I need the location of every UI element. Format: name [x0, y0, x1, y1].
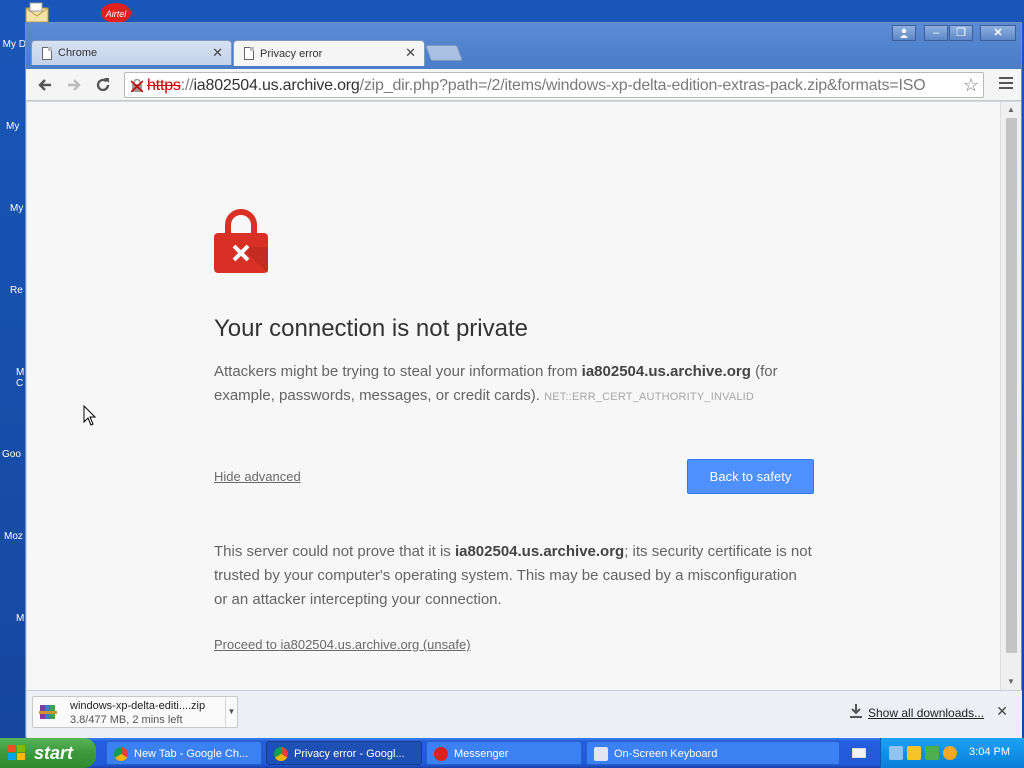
bookmark-star-icon[interactable]: ☆ [958, 75, 979, 96]
page-content: Your connection is not private Attackers… [27, 102, 1001, 690]
download-arrow-icon [850, 704, 862, 718]
chrome-icon [274, 747, 288, 761]
vertical-scrollbar[interactable]: ▲ ▼ [1000, 102, 1021, 690]
tab-label: Chrome [58, 47, 98, 59]
scrollbar-thumb[interactable] [1006, 118, 1017, 653]
browser-window: Chrome ✕ Privacy error ✕ – ❐ ✕ https://i… [25, 22, 1022, 738]
security-shield-icon[interactable] [907, 746, 921, 760]
scroll-down-icon[interactable]: ▼ [1007, 677, 1015, 686]
desktop-label[interactable]: M [0, 613, 26, 624]
desktop-label[interactable]: My [0, 121, 26, 132]
tab-chrome[interactable]: Chrome ✕ [31, 40, 232, 65]
taskbar-item-privacy-error[interactable]: Privacy error - Googl... [266, 741, 422, 765]
svg-text:Airtel: Airtel [105, 9, 128, 19]
red-lock-icon [214, 209, 268, 273]
hide-advanced-link[interactable]: Hide advanced [214, 469, 301, 484]
url-text[interactable]: https://ia802504.us.archive.org/zip_dir.… [147, 77, 926, 95]
toolbar: https://ia802504.us.archive.org/zip_dir.… [26, 69, 1021, 101]
page-title: Your connection is not private [214, 315, 528, 342]
scroll-up-icon[interactable]: ▲ [1007, 105, 1015, 114]
user-profile-button[interactable] [892, 25, 916, 41]
download-filename: windows-xp-delta-editi....zip [70, 700, 206, 712]
close-tab-icon[interactable]: ✕ [405, 45, 416, 61]
insecure-lock-icon[interactable] [131, 79, 143, 92]
taskbar: start New Tab - Google Ch... Privacy err… [0, 738, 1024, 768]
system-tray: 3:04 PM [880, 738, 1024, 768]
chevron-down-icon[interactable]: ▼ [225, 697, 237, 727]
desktop-label[interactable]: Goo [0, 449, 26, 460]
menu-icon[interactable] [999, 77, 1013, 91]
error-code: NET::ERR_CERT_AUTHORITY_INVALID [544, 391, 755, 403]
address-bar[interactable]: https://ia802504.us.archive.org/zip_dir.… [124, 72, 984, 98]
details-paragraph: This server could not prove that it is i… [214, 543, 812, 608]
close-window-button[interactable]: ✕ [980, 25, 1016, 41]
airtel-icon[interactable]: Airtel [100, 2, 131, 24]
zip-archive-icon [39, 705, 57, 719]
taskbar-item-on-screen-keyboard[interactable]: On-Screen Keyboard [586, 741, 840, 765]
tab-privacy-error[interactable]: Privacy error ✕ [233, 40, 425, 66]
download-item[interactable]: windows-xp-delta-editi....zip 3.8/477 MB… [32, 696, 238, 728]
desktop-label[interactable]: My [0, 203, 26, 214]
start-button[interactable]: start [0, 738, 96, 768]
close-icon[interactable]: ✕ [996, 703, 1008, 720]
new-tab-button[interactable] [425, 45, 463, 61]
show-all-downloads-link[interactable]: Show all downloads... [868, 706, 984, 720]
proceed-unsafe-link[interactable]: Proceed to ia802504.us.archive.org (unsa… [214, 637, 471, 652]
back-to-safety-button[interactable]: Back to safety [687, 459, 814, 494]
search-icon[interactable] [943, 746, 957, 760]
reload-icon[interactable] [93, 75, 113, 95]
desktop-label[interactable]: My D [0, 39, 26, 50]
keyboard-tray-icon[interactable] [852, 748, 866, 758]
windows-flag-icon [8, 745, 25, 760]
forward-arrow-icon[interactable] [64, 75, 84, 95]
taskbar-item-messenger[interactable]: Messenger [426, 741, 582, 765]
update-icon[interactable] [925, 746, 939, 760]
tab-strip: Chrome ✕ Privacy error ✕ – ❐ ✕ [26, 23, 1021, 69]
desktop-label[interactable]: M C [0, 367, 26, 389]
page-icon [42, 47, 52, 60]
back-arrow-icon[interactable] [35, 75, 55, 95]
mouse-cursor-icon [83, 405, 97, 426]
warning-paragraph: Attackers might be trying to steal your … [214, 363, 778, 404]
keyboard-icon [594, 747, 608, 761]
download-status: 3.8/477 MB, 2 mins left [70, 714, 183, 726]
desktop-label[interactable]: Moz [0, 531, 26, 542]
page-icon [244, 47, 254, 60]
chrome-icon [114, 747, 128, 761]
minimize-button[interactable]: – [924, 25, 948, 41]
host-name: ia802504.us.archive.org [454, 543, 625, 560]
restore-button[interactable]: ❐ [949, 25, 973, 41]
taskbar-item-new-tab[interactable]: New Tab - Google Ch... [106, 741, 262, 765]
messenger-icon [434, 747, 448, 761]
tab-label: Privacy error [260, 47, 323, 60]
clock[interactable]: 3:04 PM [969, 746, 1010, 758]
host-name: ia802504.us.archive.org [581, 363, 751, 380]
desktop-label[interactable]: Re [0, 285, 26, 296]
download-shelf: windows-xp-delta-editi....zip 3.8/477 MB… [27, 690, 1022, 738]
mail-icon[interactable] [24, 2, 50, 24]
network-icon[interactable] [889, 746, 903, 760]
close-tab-icon[interactable]: ✕ [212, 45, 223, 61]
